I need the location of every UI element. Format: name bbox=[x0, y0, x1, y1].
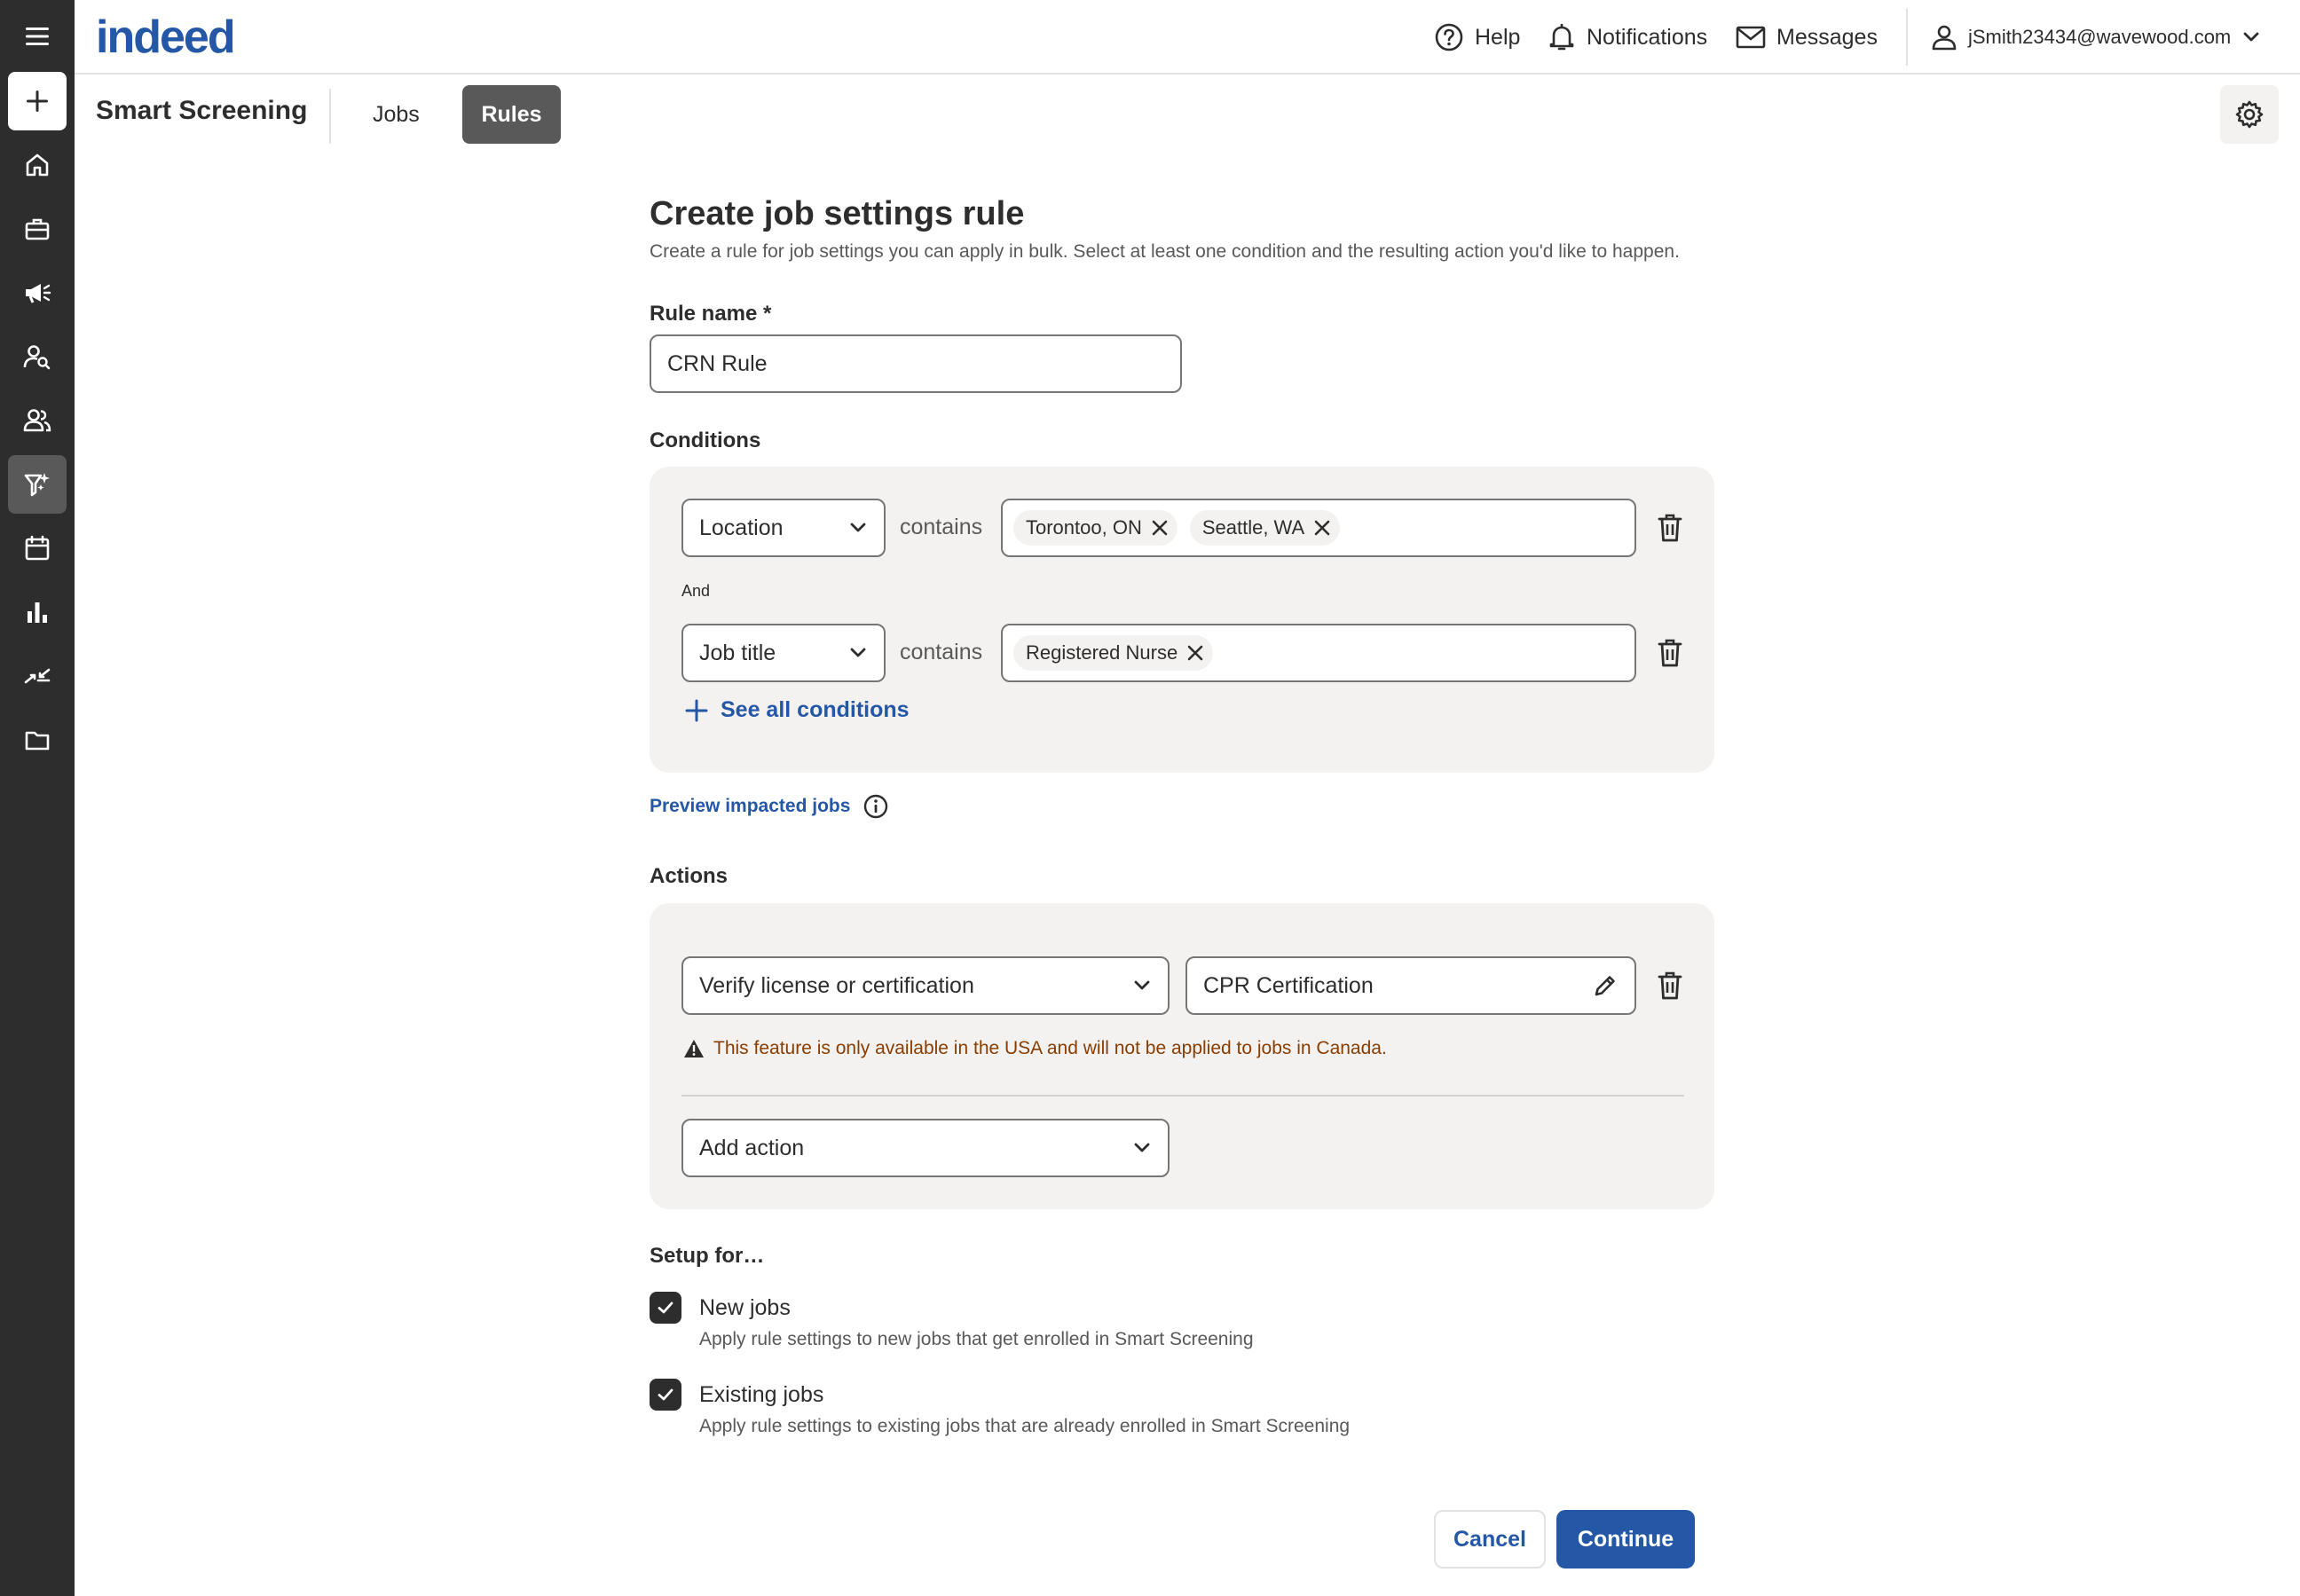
actions-divider bbox=[681, 1095, 1684, 1097]
condition-operator: contains bbox=[900, 515, 983, 539]
chip-label: Registered Nurse bbox=[1026, 641, 1178, 664]
add-action-label: Add action bbox=[699, 1135, 805, 1160]
new-jobs-description: Apply rule settings to new jobs that get… bbox=[699, 1329, 1254, 1349]
trash-icon[interactable] bbox=[1652, 635, 1688, 671]
warning-text: This feature is only available in the US… bbox=[713, 1038, 1387, 1058]
value-chip: Torontoo, ON bbox=[1013, 510, 1178, 546]
existing-jobs-checkbox[interactable] bbox=[650, 1379, 681, 1411]
condition-field-select[interactable]: Job title bbox=[681, 624, 886, 682]
action-type-select[interactable]: Verify license or certification bbox=[681, 956, 1170, 1015]
help-label: Help bbox=[1475, 24, 1521, 50]
checkmark-icon bbox=[658, 1301, 673, 1314]
existing-jobs-description: Apply rule settings to existing jobs tha… bbox=[699, 1416, 1351, 1436]
action-value: CPR Certification bbox=[1203, 972, 1374, 998]
envelope-icon bbox=[1736, 25, 1766, 50]
condition-field-select[interactable]: Location bbox=[681, 499, 886, 557]
chevron-down-icon bbox=[848, 518, 868, 538]
value-chip: Registered Nurse bbox=[1013, 635, 1214, 671]
action-type-value: Verify license or certification bbox=[699, 972, 974, 998]
candidate-search-icon[interactable] bbox=[8, 327, 67, 386]
setup-label: Setup for… bbox=[650, 1244, 765, 1268]
chevron-down-icon bbox=[2241, 28, 2261, 47]
conditions-panel: Location contains Torontoo, ON Seattle, … bbox=[650, 467, 1714, 773]
new-jobs-title: New jobs bbox=[699, 1295, 791, 1320]
chip-label: Torontoo, ON bbox=[1026, 516, 1142, 539]
trash-icon[interactable] bbox=[1652, 968, 1688, 1003]
chevron-down-icon bbox=[1132, 976, 1152, 995]
left-nav-rail bbox=[0, 0, 75, 1596]
preview-link[interactable]: Preview impacted jobs bbox=[650, 796, 850, 817]
trash-icon[interactable] bbox=[1652, 510, 1688, 546]
actions-label: Actions bbox=[650, 864, 729, 888]
preview-impacted-jobs: Preview impacted jobs bbox=[650, 793, 889, 820]
see-all-conditions-label: See all conditions bbox=[721, 697, 910, 722]
existing-jobs-title: Existing jobs bbox=[699, 1382, 824, 1407]
setup-existing-jobs: Existing jobs Apply rule settings to exi… bbox=[650, 1379, 1350, 1437]
top-bar: indeed Help Notifications Messages jSmit… bbox=[75, 0, 2300, 75]
gear-icon[interactable] bbox=[2220, 85, 2279, 144]
action-value-field[interactable]: CPR Certification bbox=[1185, 956, 1636, 1015]
rule-name-value: CRN Rule bbox=[667, 350, 768, 376]
cancel-button[interactable]: Cancel bbox=[1434, 1510, 1546, 1568]
page-title: Create job settings rule bbox=[650, 195, 1025, 232]
plus-icon bbox=[685, 699, 708, 722]
close-icon[interactable] bbox=[1313, 519, 1331, 537]
rule-name-input[interactable]: CRN Rule bbox=[650, 334, 1182, 393]
home-icon[interactable] bbox=[8, 136, 67, 194]
account-email: jSmith23434@wavewood.com bbox=[1968, 26, 2232, 48]
app-subheader: Smart Screening Jobs Rules bbox=[75, 75, 2300, 154]
help-icon bbox=[1434, 22, 1464, 52]
value-chip: Seattle, WA bbox=[1189, 510, 1341, 546]
user-icon bbox=[1931, 23, 1957, 51]
region-warning: This feature is only available in the US… bbox=[683, 1038, 1387, 1059]
bell-icon bbox=[1548, 22, 1576, 52]
briefcase-icon[interactable] bbox=[8, 200, 67, 258]
conditions-label: Conditions bbox=[650, 428, 761, 452]
notifications-link[interactable]: Notifications bbox=[1548, 18, 1707, 57]
condition-field-value: Job title bbox=[699, 640, 776, 665]
plus-icon[interactable] bbox=[8, 72, 67, 130]
new-jobs-checkbox[interactable] bbox=[650, 1292, 681, 1324]
chevron-down-icon bbox=[848, 643, 868, 663]
add-action-select[interactable]: Add action bbox=[681, 1119, 1170, 1177]
subheader-divider bbox=[329, 89, 331, 144]
chevron-down-icon bbox=[1132, 1138, 1152, 1158]
app-title: Smart Screening bbox=[96, 96, 308, 125]
chip-label: Seattle, WA bbox=[1201, 516, 1305, 539]
condition-values-input[interactable]: Torontoo, ON Seattle, WA bbox=[1001, 499, 1636, 557]
condition-operator: contains bbox=[900, 640, 983, 664]
integrations-icon[interactable] bbox=[8, 647, 67, 705]
close-icon[interactable] bbox=[1151, 519, 1169, 537]
condition-field-value: Location bbox=[699, 515, 784, 540]
pencil-icon[interactable] bbox=[1592, 972, 1619, 999]
setup-new-jobs: New jobs Apply rule settings to new jobs… bbox=[650, 1292, 1254, 1350]
topbar-divider bbox=[1906, 9, 1908, 66]
tab-jobs[interactable]: Jobs bbox=[351, 85, 441, 144]
rule-name-label: Rule name * bbox=[650, 302, 772, 326]
actions-panel: Verify license or certification CPR Cert… bbox=[650, 903, 1714, 1209]
notifications-label: Notifications bbox=[1587, 24, 1708, 50]
messages-label: Messages bbox=[1776, 24, 1878, 50]
account-menu[interactable]: jSmith23434@wavewood.com bbox=[1931, 18, 2261, 57]
people-icon[interactable] bbox=[8, 391, 67, 450]
megaphone-icon[interactable] bbox=[8, 263, 67, 322]
folder-icon[interactable] bbox=[8, 711, 67, 769]
messages-link[interactable]: Messages bbox=[1736, 18, 1878, 57]
condition-values-input[interactable]: Registered Nurse bbox=[1001, 624, 1636, 682]
condition-connector: And bbox=[681, 582, 711, 600]
tab-rules[interactable]: Rules bbox=[462, 85, 561, 144]
help-link[interactable]: Help bbox=[1434, 18, 1520, 57]
checkmark-icon bbox=[658, 1388, 673, 1401]
info-icon[interactable] bbox=[862, 793, 889, 820]
menu-icon[interactable] bbox=[8, 7, 67, 66]
see-all-conditions-link[interactable]: See all conditions bbox=[685, 697, 910, 723]
calendar-icon[interactable] bbox=[8, 519, 67, 578]
analytics-icon[interactable] bbox=[8, 583, 67, 641]
page-subtitle: Create a rule for job settings you can a… bbox=[650, 241, 1680, 262]
indeed-logo[interactable]: indeed bbox=[96, 11, 236, 64]
close-icon[interactable] bbox=[1186, 644, 1204, 662]
continue-button[interactable]: Continue bbox=[1556, 1510, 1695, 1568]
warning-icon bbox=[683, 1039, 705, 1058]
smart-screening-icon[interactable] bbox=[8, 455, 67, 514]
